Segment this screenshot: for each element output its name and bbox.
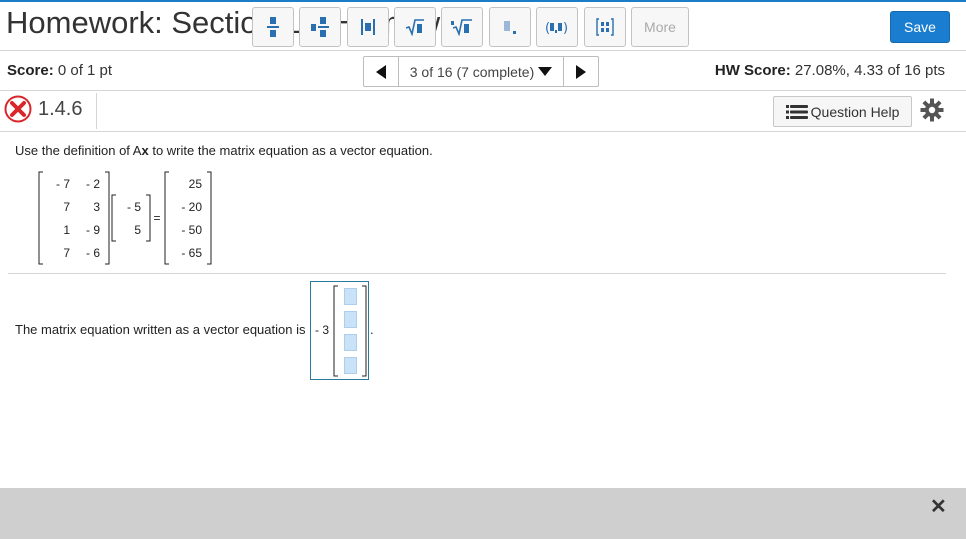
matrix-a-cell: - 7 [55, 177, 70, 191]
mixed-number-icon [311, 17, 329, 37]
equals-sign: = [153, 211, 161, 225]
divider [8, 273, 946, 274]
math-toolbar [0, 488, 966, 539]
absolute-value-button[interactable] [347, 7, 389, 47]
matrix-button[interactable] [584, 7, 626, 47]
matrix-a-cell: - 6 [85, 246, 100, 260]
matrix-icon [596, 18, 614, 36]
mixed-number-button[interactable] [299, 7, 341, 47]
matrix-a-cell: 7 [63, 200, 70, 214]
matrix-a-cell: 7 [63, 246, 70, 260]
svg-text:): ) [563, 21, 568, 36]
fraction-button[interactable] [252, 7, 294, 47]
vector-b-cell: - 50 [181, 223, 202, 237]
absolute-value-icon [361, 19, 375, 35]
fraction-icon [267, 17, 279, 37]
vector-b-cell: - 65 [181, 246, 202, 260]
square-root-icon [405, 19, 424, 36]
answer-entry-slot[interactable] [344, 288, 357, 305]
matrix-equation: - 7 - 2 7 3 1 - 9 7 - 6 - 5 5 = 25 - 20 … [0, 0, 966, 300]
answer-entry-slot[interactable] [344, 334, 357, 351]
vector-x-cell: 5 [134, 223, 141, 237]
vector-b-cell: 25 [188, 177, 202, 191]
nth-root-button[interactable] [441, 7, 483, 47]
answer-input-box[interactable]: - 3 [310, 281, 369, 380]
square-root-button[interactable] [394, 7, 436, 47]
close-icon[interactable]: ✕ [930, 494, 947, 519]
decimal-icon [504, 21, 516, 34]
svg-text:(: ( [545, 21, 550, 36]
matrix-a-cell: 3 [93, 200, 100, 214]
more-button[interactable]: More [631, 7, 689, 47]
nth-root-icon [451, 19, 472, 36]
vector-x-cell: - 5 [126, 200, 141, 214]
ordered-pair-icon: ( ) [545, 21, 568, 36]
matrix-a-cell: 1 [63, 223, 70, 237]
decimal-button[interactable] [489, 7, 531, 47]
answer-prompt: The matrix equation written as a vector … [15, 322, 306, 337]
answer-entry-slot[interactable] [344, 357, 357, 374]
vector-b-cell: - 20 [181, 200, 202, 214]
matrix-a-cell: - 2 [85, 177, 100, 191]
answer-entry-slot[interactable] [344, 311, 357, 328]
answer-coefficient: - 3 [315, 323, 330, 337]
matrix-a-cell: - 9 [85, 223, 100, 237]
answer-period: . [370, 322, 374, 337]
ordered-pair-button[interactable]: ( ) [536, 7, 578, 47]
